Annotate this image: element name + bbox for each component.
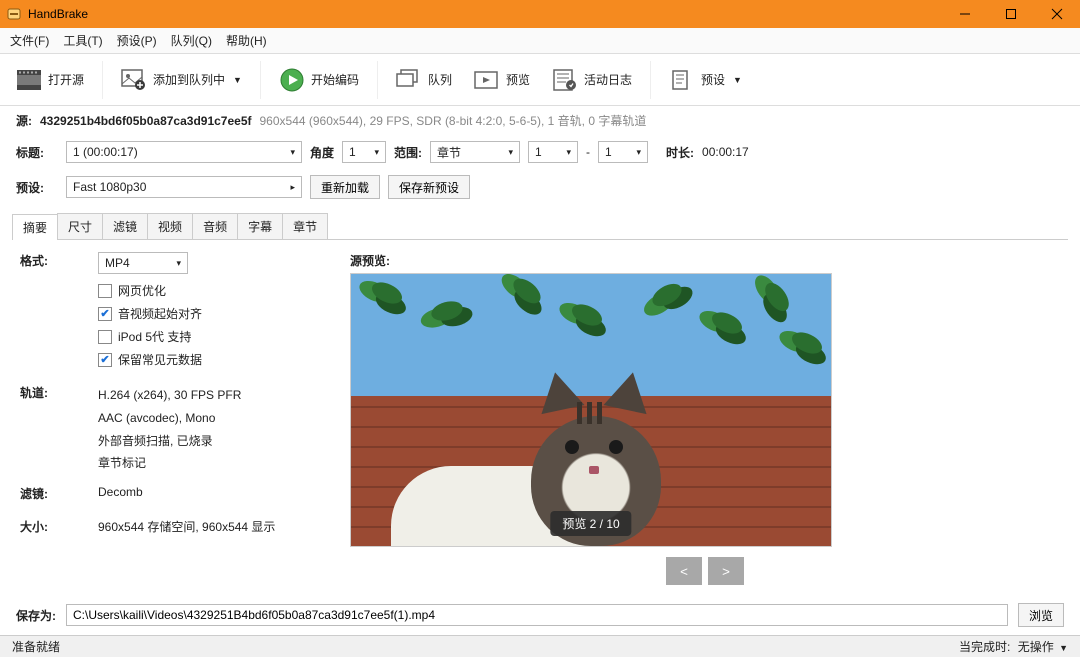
open-source-label: 打开源 <box>48 71 84 88</box>
film-icon <box>16 67 42 93</box>
preview-badge: 预览 2 / 10 <box>550 511 631 536</box>
toolbar-divider <box>650 61 651 99</box>
presets-button[interactable]: 预设 ▼ <box>663 63 748 97</box>
duration-value: 00:00:17 <box>702 145 749 159</box>
preview-icon <box>474 67 500 93</box>
save-path-input[interactable] <box>66 604 1008 626</box>
tracks-list: H.264 (x264), 30 FPS PFR AAC (avcodec), … <box>98 384 241 475</box>
add-to-queue-button[interactable]: 添加到队列中 ▼ <box>115 63 248 97</box>
range-from-combo[interactable]: 1▾ <box>528 141 578 163</box>
toolbar-divider <box>102 61 103 99</box>
filters-value: Decomb <box>98 485 143 502</box>
av-start-sync-check[interactable]: ✔音视频起始对齐 <box>98 305 330 322</box>
app-icon <box>6 6 22 22</box>
queue-button[interactable]: 队列 <box>390 63 458 97</box>
toolbar: 打开源 添加到队列中 ▼ 开始编码 队列 预览 活动日志 预设 ▼ <box>0 54 1080 106</box>
ipod-5g-check[interactable]: iPod 5代 支持 <box>98 328 330 345</box>
range-dash: - <box>586 145 590 159</box>
format-label: 格式: <box>20 252 98 368</box>
when-done-action[interactable]: 无操作 ▼ <box>1018 640 1068 654</box>
maximize-button[interactable] <box>988 0 1034 28</box>
activity-log-button[interactable]: 活动日志 <box>546 63 638 97</box>
tabs: 摘要 尺寸 滤镜 视频 音频 字幕 章节 <box>12 213 1068 240</box>
tab-chapters[interactable]: 章节 <box>282 213 328 239</box>
presets-icon <box>669 67 695 93</box>
presets-label: 预设 <box>701 71 725 88</box>
menu-preset[interactable]: 预设(P) <box>117 32 157 49</box>
tab-summary[interactable]: 摘要 <box>12 214 58 240</box>
duration-label: 时长: <box>666 144 694 161</box>
title-value: 1 (00:00:17) <box>73 145 138 159</box>
queue-icon <box>396 67 422 93</box>
tracks-label: 轨道: <box>20 384 98 475</box>
reload-button[interactable]: 重新加载 <box>310 175 380 199</box>
image-add-icon <box>121 67 147 93</box>
chevron-down-icon: ▼ <box>233 75 242 85</box>
tab-subtitles[interactable]: 字幕 <box>237 213 283 239</box>
save-preset-button[interactable]: 保存新预设 <box>388 175 470 199</box>
toolbar-divider <box>377 61 378 99</box>
size-value: 960x544 存储空间, 960x544 显示 <box>98 518 275 535</box>
size-label: 大小: <box>20 518 98 535</box>
range-label: 范围: <box>394 144 422 161</box>
range-to-combo[interactable]: 1▾ <box>598 141 648 163</box>
title-combo[interactable]: 1 (00:00:17)▾ <box>66 141 302 163</box>
filters-label: 滤镜: <box>20 485 98 502</box>
preset-value: Fast 1080p30 <box>73 180 146 194</box>
toolbar-divider <box>260 61 261 99</box>
open-source-button[interactable]: 打开源 <box>10 63 90 97</box>
window-title: HandBrake <box>28 7 88 21</box>
start-encode-label: 开始编码 <box>311 71 359 88</box>
minimize-button[interactable] <box>942 0 988 28</box>
preset-combo[interactable]: Fast 1080p30▸ <box>66 176 302 198</box>
title-label: 标题: <box>16 144 58 161</box>
tab-filters[interactable]: 滤镜 <box>102 213 148 239</box>
preset-label: 预设: <box>16 179 58 196</box>
menu-tools[interactable]: 工具(T) <box>63 32 102 49</box>
preview-next-button[interactable]: > <box>708 557 744 585</box>
menu-help[interactable]: 帮助(H) <box>226 32 267 49</box>
status-ready: 准备就绪 <box>12 638 60 655</box>
menu-file[interactable]: 文件(F) <box>10 32 49 49</box>
tab-audio[interactable]: 音频 <box>192 213 238 239</box>
preview-image: 预览 2 / 10 <box>350 273 832 547</box>
preview-label: 预览 <box>506 71 530 88</box>
source-row: 源: 4329251b4bd6f05b0a87ca3d91c7ee5f 960x… <box>0 106 1080 135</box>
add-to-queue-label: 添加到队列中 <box>153 71 225 88</box>
log-icon <box>552 67 578 93</box>
play-icon <box>279 67 305 93</box>
angle-combo[interactable]: 1▾ <box>342 141 386 163</box>
menu-queue[interactable]: 队列(Q) <box>171 32 212 49</box>
save-row: 保存为: 浏览 <box>0 597 1080 635</box>
save-label: 保存为: <box>16 607 56 624</box>
preset-row: 预设: Fast 1080p30▸ 重新加载 保存新预设 <box>0 169 1080 205</box>
chevron-down-icon: ▼ <box>1059 643 1068 653</box>
queue-label: 队列 <box>428 71 452 88</box>
tab-video[interactable]: 视频 <box>147 213 193 239</box>
format-combo[interactable]: MP4▾ <box>98 252 188 274</box>
preview-label: 源预览: <box>350 252 1060 269</box>
when-done-label: 当完成时: <box>959 640 1010 654</box>
summary-panel: 格式: MP4▾ 网页优化 ✔音视频起始对齐 iPod 5代 支持 ✔保留常见元… <box>0 240 1080 597</box>
angle-label: 角度 <box>310 144 334 161</box>
browse-button[interactable]: 浏览 <box>1018 603 1064 627</box>
source-info: 960x544 (960x544), 29 FPS, SDR (8-bit 4:… <box>260 112 647 129</box>
preview-button[interactable]: 预览 <box>468 63 536 97</box>
keep-metadata-check[interactable]: ✔保留常见元数据 <box>98 351 330 368</box>
start-encode-button[interactable]: 开始编码 <box>273 63 365 97</box>
preview-prev-button[interactable]: < <box>666 557 702 585</box>
close-button[interactable] <box>1034 0 1080 28</box>
status-bar: 准备就绪 当完成时: 无操作 ▼ <box>0 635 1080 657</box>
menu-bar: 文件(F) 工具(T) 预设(P) 队列(Q) 帮助(H) <box>0 28 1080 54</box>
source-label: 源: <box>16 112 32 129</box>
chevron-down-icon: ▼ <box>733 75 742 85</box>
activity-log-label: 活动日志 <box>584 71 632 88</box>
range-type-combo[interactable]: 章节▾ <box>430 141 520 163</box>
tab-dimensions[interactable]: 尺寸 <box>57 213 103 239</box>
source-name: 4329251b4bd6f05b0a87ca3d91c7ee5f <box>40 114 252 128</box>
title-row: 标题: 1 (00:00:17)▾ 角度 1▾ 范围: 章节▾ 1▾ - 1▾ … <box>0 135 1080 169</box>
title-bar: HandBrake <box>0 0 1080 28</box>
web-optimize-check[interactable]: 网页优化 <box>98 282 330 299</box>
